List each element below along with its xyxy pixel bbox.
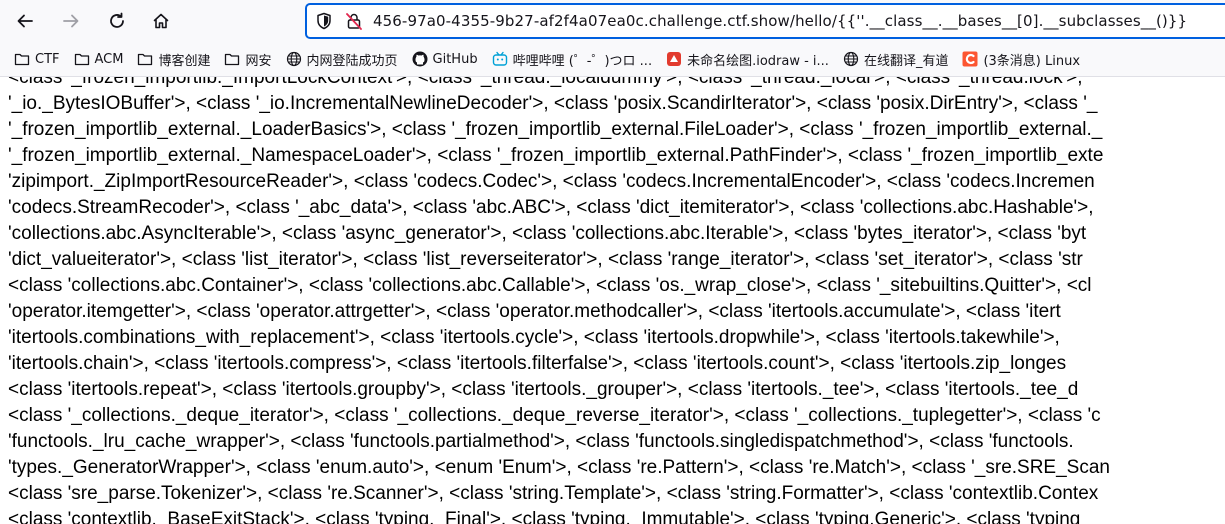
globe-icon: [286, 51, 302, 67]
bookmark-item[interactable]: 在线翻译_有道: [843, 50, 949, 69]
bookmark-label: 未命名绘图.iodraw - i...: [687, 53, 829, 69]
output-text-line: 'codecs.StreamRecoder'>, <class '_abc_da…: [8, 197, 1094, 218]
bookmark-label: ACM: [94, 51, 124, 67]
browser-toolbar: 456-97a0-4355-9b27-af2f4a07ea0c.challeng…: [0, 0, 1225, 42]
bookmark-label: 博客创建: [158, 53, 211, 69]
folder-icon: [137, 51, 153, 67]
tracking-protection-shield-icon[interactable]: [315, 12, 333, 30]
output-text-line: <class 'sre_parse.Tokenizer'>, <class 'r…: [8, 483, 1099, 504]
bookmark-item[interactable]: CTF: [14, 51, 60, 67]
reload-button[interactable]: [101, 5, 133, 37]
output-text-line: '_io._BytesIOBuffer'>, <class '_io.Incre…: [8, 93, 1098, 114]
bilibili-icon: [492, 51, 508, 67]
output-text-line: 'types._GeneratorWrapper'>, <class 'enum…: [8, 457, 1110, 478]
page-content: <class '_frozen_importlib._ImportLockCon…: [0, 77, 1225, 524]
home-button[interactable]: [145, 5, 177, 37]
output-text-line: <class '_collections._deque_iterator'>, …: [8, 405, 1101, 426]
back-button[interactable]: [9, 5, 41, 37]
bookmark-label: 在线翻译_有道: [863, 53, 949, 69]
output-text-line: <class 'itertools.repeat'>, <class 'iter…: [8, 379, 1079, 400]
output-text-line: 'zipimport._ZipImportResourceReader'>, <…: [8, 171, 1095, 192]
bookmark-label: 网安: [245, 53, 272, 69]
output-text-line: '_frozen_importlib_external._NamespaceLo…: [8, 145, 1104, 166]
iodraw-icon: [666, 51, 682, 67]
back-arrow-icon: [17, 14, 33, 28]
bookmark-item[interactable]: GitHub: [412, 51, 478, 67]
output-text-line: 'functools._lru_cache_wrapper'>, <class …: [8, 431, 1074, 452]
output-text-line: 'itertools.combinations_with_replacement…: [8, 327, 1060, 348]
url-text[interactable]: 456-97a0-4355-9b27-af2f4a07ea0c.challeng…: [373, 12, 1187, 30]
output-text-line: '_frozen_importlib_external._LoaderBasic…: [8, 119, 1103, 140]
bookmark-item[interactable]: (3条消息) Linux: [962, 50, 1080, 69]
insecure-lock-icon[interactable]: [345, 12, 363, 30]
output-text-line: 'itertools.chain'>, <class 'itertools.co…: [8, 353, 1067, 374]
globe-icon: [843, 51, 859, 67]
reload-icon: [110, 12, 124, 28]
github-icon: [412, 51, 428, 67]
bookmarks-toolbar: CTF ACM 博客创建 网安 内网登陆成功页 GitHub 哔哩哔哩 (゜-゜)つロ ..…: [0, 42, 1225, 77]
bookmark-label: 哔哩哔哩 (゜-゜)つロ ...: [512, 53, 653, 69]
csdn-icon: [962, 51, 978, 67]
forward-arrow-icon: [63, 14, 79, 28]
bookmark-item[interactable]: 未命名绘图.iodraw - i...: [666, 50, 829, 69]
home-icon: [153, 13, 169, 29]
bookmark-label: CTF: [35, 51, 60, 67]
folder-icon: [224, 51, 240, 67]
output-text-line: 'collections.abc.AsyncIterable'>, <class…: [8, 223, 1087, 244]
bookmark-item[interactable]: ACM: [74, 51, 124, 67]
forward-button[interactable]: [55, 5, 87, 37]
bookmark-label: GitHub: [432, 51, 478, 67]
address-bar[interactable]: 456-97a0-4355-9b27-af2f4a07ea0c.challeng…: [305, 3, 1225, 39]
folder-icon: [74, 51, 90, 67]
output-text-line: <class 'contextlib._BaseExitStack'>, <cl…: [8, 509, 1081, 524]
bookmark-item[interactable]: 内网登陆成功页: [286, 50, 398, 69]
bookmark-item[interactable]: 博客创建: [137, 50, 210, 69]
folder-icon: [14, 51, 30, 67]
output-text-line: 'operator.itemgetter'>, <class 'operator…: [8, 301, 1061, 322]
output-text-line: 'dict_valueiterator'>, <class 'list_iter…: [8, 249, 1083, 270]
bookmark-item[interactable]: 网安: [224, 50, 272, 69]
bookmark-item[interactable]: 哔哩哔哩 (゜-゜)つロ ...: [492, 50, 653, 69]
output-text-line: <class 'collections.abc.Container'>, <cl…: [8, 275, 1092, 296]
output-text-line: <class '_frozen_importlib._ImportLockCon…: [8, 77, 1083, 88]
bookmark-label: 内网登陆成功页: [306, 53, 398, 69]
bookmark-label: (3条消息) Linux: [983, 53, 1081, 69]
